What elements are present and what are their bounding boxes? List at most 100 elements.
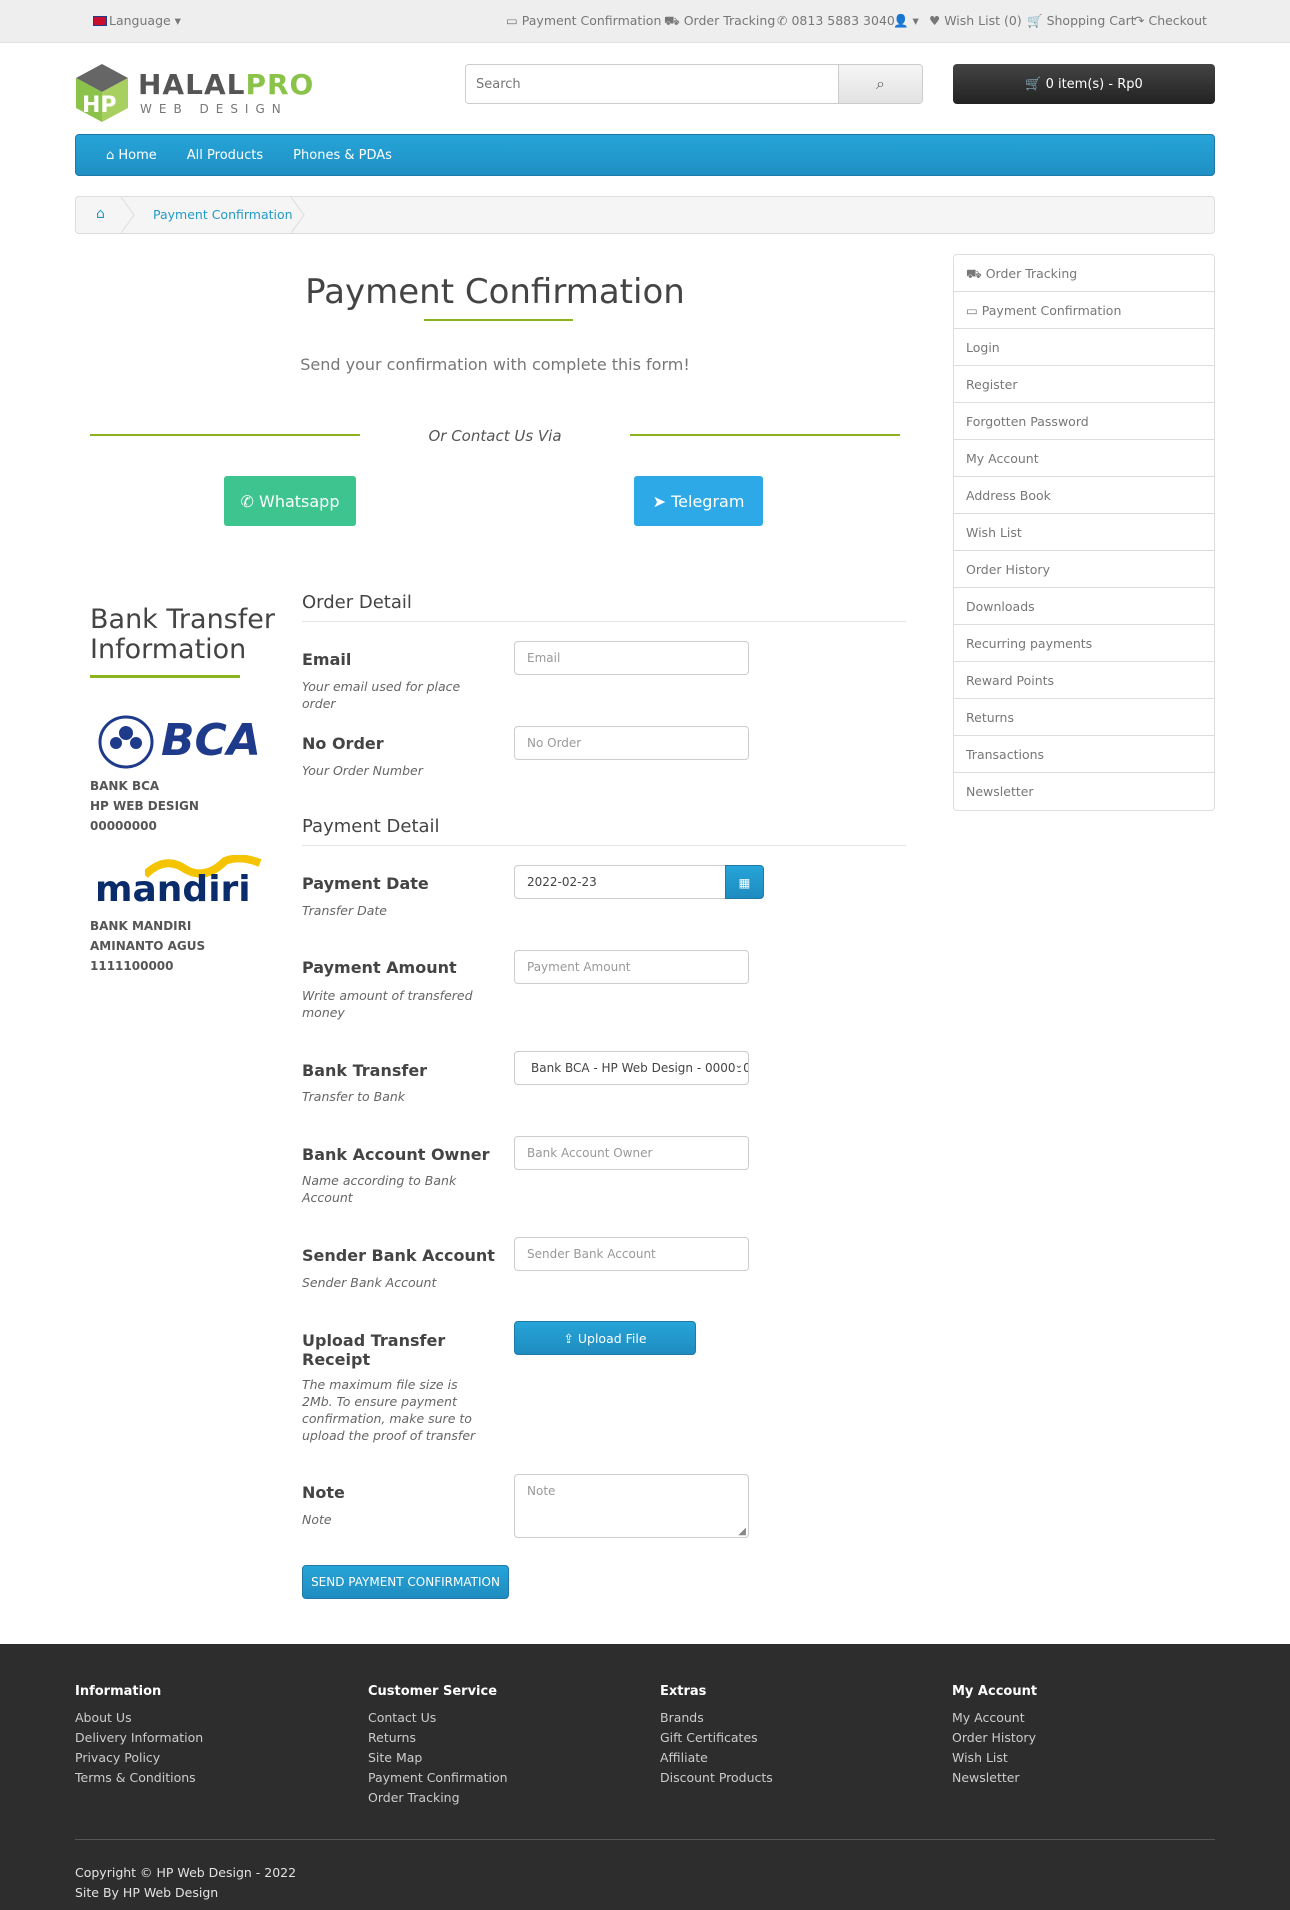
footer-heading: Customer Service — [368, 1684, 498, 1699]
footer-heading: Information — [75, 1684, 162, 1699]
account-dropdown[interactable]: 👤 ▾ — [893, 13, 919, 29]
credit-card-icon: ▭ — [506, 13, 518, 28]
sidebar-item-downloads[interactable]: Downloads — [954, 588, 1214, 625]
footer-link[interactable]: Discount Products — [660, 1768, 773, 1788]
resize-handle-icon[interactable]: ◢ — [738, 1526, 746, 1537]
footer-column: My Account My Account Order History Wish Li… — [952, 1684, 1037, 1788]
nav-item-all-products[interactable]: All Products — [187, 148, 263, 163]
footer-link[interactable]: Order Tracking — [368, 1788, 508, 1808]
language-dropdown[interactable]: Language ▾ — [93, 13, 181, 28]
label: Payment Confirmation — [981, 303, 1122, 318]
bca-emblem-icon — [98, 715, 154, 769]
order-detail-heading: Order Detail — [302, 592, 906, 622]
telegram-icon: ➤ — [652, 491, 672, 511]
bank-info-title: Bank Transfer Information — [90, 604, 275, 665]
home-icon[interactable]: ⌂ — [96, 206, 105, 222]
bank-name: BANK BCA — [90, 779, 160, 793]
bank-title-underline — [90, 675, 240, 678]
search-icon: ⌕ — [876, 74, 885, 93]
account-owner-label: Bank Account Owner — [302, 1145, 490, 1164]
label: 0813 5883 3040 — [791, 13, 895, 28]
top-link-checkout[interactable]: ↷ Checkout — [1134, 13, 1207, 28]
search-input[interactable] — [466, 65, 838, 103]
footer: Information About Us Delivery Information P… — [0, 1644, 1290, 1910]
whatsapp-button[interactable]: ✆ Whatsapp — [224, 476, 356, 526]
upload-help: The maximum file size is 2Mb. To ensure … — [302, 1377, 476, 1443]
sidebar-item-address-book[interactable]: Address Book — [954, 477, 1214, 514]
cart-button[interactable]: 🛒 0 item(s) - Rp0 — [953, 64, 1215, 104]
nav-item-home[interactable]: ⌂ Home — [106, 148, 157, 163]
footer-link[interactable]: Newsletter — [952, 1768, 1037, 1788]
sender-account-input[interactable]: Sender Bank Account — [514, 1237, 749, 1271]
send-payment-confirmation-button[interactable]: SEND PAYMENT CONFIRMATION — [302, 1565, 509, 1599]
footer-link[interactable]: Affiliate — [660, 1748, 773, 1768]
breadcrumb-separator — [291, 197, 305, 233]
upload-file-button[interactable]: ⇪ Upload File — [514, 1321, 696, 1355]
top-link-shopping-cart[interactable]: 🛒 Shopping Cart — [1027, 13, 1136, 29]
payment-amount-input[interactable]: Payment Amount — [514, 950, 749, 984]
svg-text:HP: HP — [82, 93, 117, 118]
sidebar-item-register[interactable]: Register — [954, 366, 1214, 403]
sidebar-item-newsletter[interactable]: Newsletter — [954, 773, 1214, 810]
label: Wish List (0) — [944, 13, 1022, 28]
credit-card-icon: ▭ — [966, 303, 982, 318]
no-order-input[interactable]: No Order — [514, 726, 749, 760]
top-link-order-tracking[interactable]: ⛟ Order Tracking — [664, 13, 775, 30]
mandiri-details: BANK MANDIRI AMINANTO AGUS 1111100000 — [90, 916, 205, 976]
divider-right — [630, 434, 900, 436]
bank-transfer-select[interactable]: Bank BCA - HP Web Design - 00000000 ⌄ — [514, 1051, 749, 1085]
copyright: Copyright © HP Web Design - 2022 — [75, 1865, 297, 1880]
footer-link[interactable]: Brands — [660, 1708, 773, 1728]
sidebar-item-order-history[interactable]: Order History — [954, 551, 1214, 588]
site-logo[interactable]: HP HALALPRO WEB DESIGN — [74, 62, 313, 126]
footer-link[interactable]: Wish List — [952, 1748, 1037, 1768]
footer-link[interactable]: Privacy Policy — [75, 1748, 203, 1768]
bank-transfer-help: Transfer to Bank — [302, 1089, 406, 1104]
sidebar-item-reward-points[interactable]: Reward Points — [954, 662, 1214, 699]
whatsapp-icon: ✆ — [240, 491, 259, 511]
label: Checkout — [1148, 13, 1207, 28]
top-link-payment-confirmation[interactable]: ▭ Payment Confirmation — [506, 13, 661, 28]
placeholder: Note — [527, 1484, 556, 1498]
sidebar-item-payment-confirmation[interactable]: ▭ Payment Confirmation — [954, 292, 1214, 329]
footer-link[interactable]: Contact Us — [368, 1708, 508, 1728]
footer-bottom: Copyright © HP Web Design - 2022 Site By… — [75, 1863, 296, 1903]
footer-link[interactable]: Delivery Information — [75, 1728, 203, 1748]
footer-link[interactable]: Site Map — [368, 1748, 508, 1768]
footer-link[interactable]: Terms & Conditions — [75, 1768, 203, 1788]
note-textarea[interactable]: Note ◢ — [514, 1474, 749, 1538]
breadcrumb-current[interactable]: Payment Confirmation — [153, 207, 293, 222]
email-input[interactable]: Email — [514, 641, 749, 675]
footer-link[interactable]: Payment Confirmation — [368, 1768, 508, 1788]
sidebar-item-transactions[interactable]: Transactions — [954, 736, 1214, 773]
sidebar-item-returns[interactable]: Returns — [954, 699, 1214, 736]
payment-date-input[interactable]: 2022-02-23 — [514, 865, 726, 899]
telegram-button[interactable]: ➤ Telegram — [634, 476, 763, 526]
sender-account-help: Sender Bank Account — [302, 1275, 437, 1290]
top-phone[interactable]: ✆ 0813 5883 3040 — [777, 13, 895, 28]
search-button[interactable]: ⌕ — [838, 65, 922, 103]
footer-link[interactable]: Returns — [368, 1728, 508, 1748]
footer-link[interactable]: Gift Certificates — [660, 1728, 773, 1748]
email-help: Your email used for place order — [302, 679, 461, 711]
language-label: Language — [109, 13, 171, 28]
bca-details: BANK BCA HP WEB DESIGN 00000000 — [90, 776, 199, 836]
footer-link[interactable]: Order History — [952, 1728, 1037, 1748]
account-owner-input[interactable]: Bank Account Owner — [514, 1136, 749, 1170]
sidebar-item-wish-list[interactable]: Wish List — [954, 514, 1214, 551]
sidebar-item-recurring-payments[interactable]: Recurring payments — [954, 625, 1214, 662]
footer-link[interactable]: My Account — [952, 1708, 1037, 1728]
nav-item-phones[interactable]: Phones & PDAs — [293, 148, 392, 163]
sidebar-item-my-account[interactable]: My Account — [954, 440, 1214, 477]
label: Transactions — [966, 747, 1045, 762]
footer-link[interactable]: About Us — [75, 1708, 203, 1728]
sender-account-label: Sender Bank Account — [302, 1246, 495, 1265]
account-sidebar: ⛟ Order Tracking ▭ Payment Confirmation Lo… — [953, 254, 1215, 811]
top-link-wishlist[interactable]: ♥ Wish List (0) — [929, 13, 1022, 28]
main-nav: ⌂ Home All Products Phones & PDAs — [75, 134, 1215, 176]
label: Address Book — [966, 488, 1051, 503]
sidebar-item-forgotten-password[interactable]: Forgotten Password — [954, 403, 1214, 440]
sidebar-item-login[interactable]: Login — [954, 329, 1214, 366]
calendar-button[interactable]: ▦ — [725, 865, 764, 899]
sidebar-item-order-tracking[interactable]: ⛟ Order Tracking — [954, 255, 1214, 292]
